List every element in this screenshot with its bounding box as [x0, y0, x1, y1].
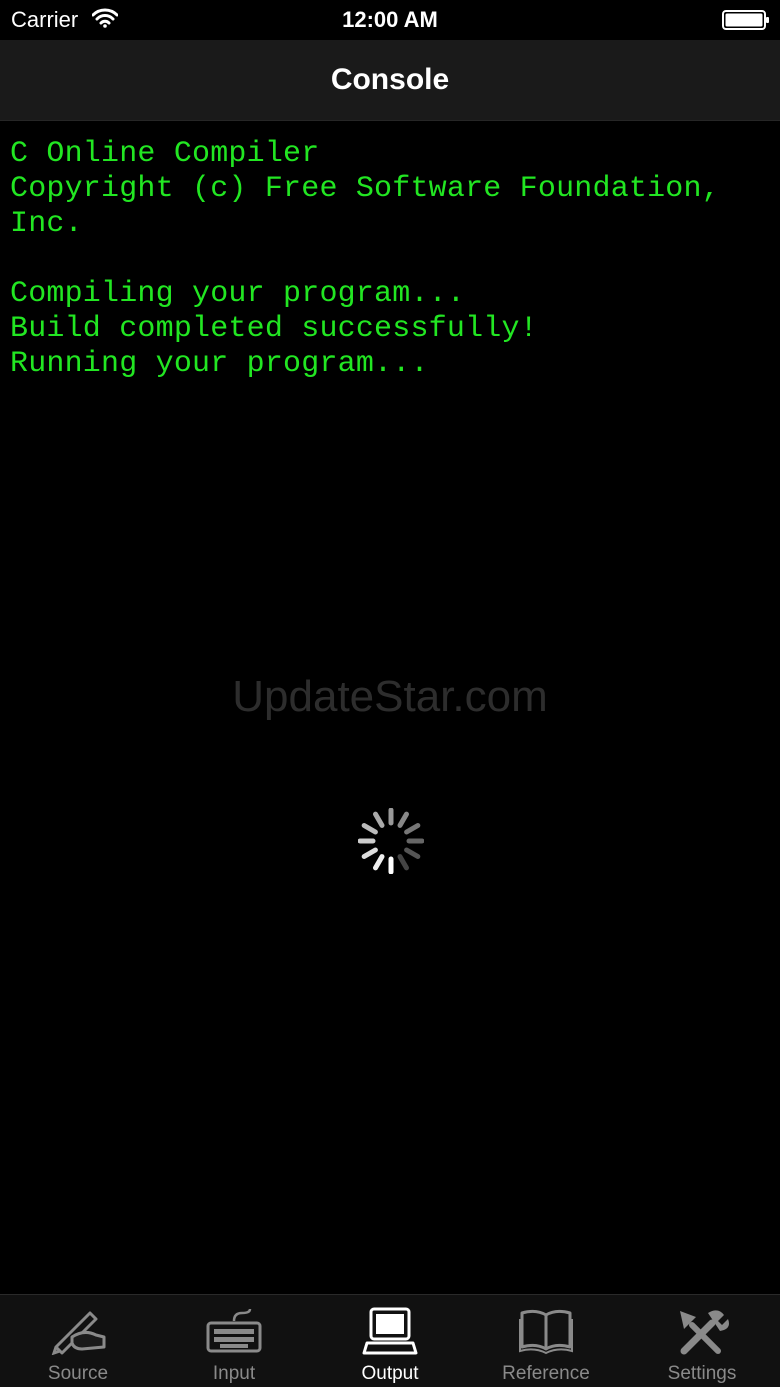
tab-bar: Source Input Output Reference Settings: [0, 1294, 780, 1387]
spinner-spoke: [373, 811, 385, 828]
tab-label-input: Input: [212, 1363, 256, 1384]
status-bar: Carrier 12:00 AM: [0, 0, 780, 40]
status-time: 12:00 AM: [342, 7, 438, 32]
tab-label-reference: Reference: [502, 1363, 590, 1384]
battery-icon: [722, 10, 769, 30]
pen-hand-icon: [51, 1311, 106, 1355]
keyboard-icon: [206, 1308, 262, 1353]
navigation-bar: Console: [0, 40, 780, 121]
tab-label-output: Output: [361, 1363, 419, 1384]
spinner-spoke: [404, 847, 421, 859]
spinner-spoke: [361, 847, 378, 859]
computer-icon: [362, 1307, 418, 1355]
tab-source[interactable]: Source: [0, 1295, 156, 1387]
tab-label-settings: Settings: [667, 1363, 737, 1384]
page-title: Console: [330, 63, 450, 96]
watermark: UpdateStar.com: [232, 672, 548, 721]
tab-settings[interactable]: Settings: [624, 1295, 780, 1387]
spinner-spoke: [361, 823, 378, 835]
console-output: C Online Compiler Copyright (c) Free Sof…: [10, 137, 720, 381]
tab-reference[interactable]: Reference: [468, 1295, 624, 1387]
tools-icon: [680, 1310, 729, 1355]
spinner-spoke: [397, 811, 409, 828]
spinner-spoke: [404, 823, 421, 835]
tab-label-source: Source: [47, 1363, 109, 1384]
tab-input[interactable]: Input: [156, 1295, 312, 1387]
book-icon: [519, 1309, 573, 1355]
spinner-spoke: [373, 854, 385, 871]
spinner-spoke: [397, 854, 409, 871]
tab-output[interactable]: Output: [312, 1295, 468, 1387]
activity-spinner-icon: [358, 808, 424, 874]
